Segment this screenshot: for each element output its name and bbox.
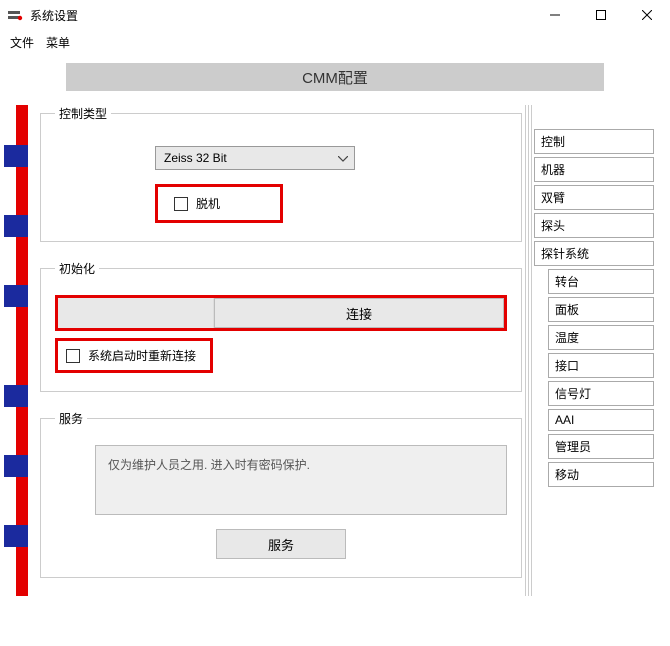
page-stack-border [525,105,526,596]
side-tab-interface[interactable]: 接口 [548,353,654,378]
accent-tab [4,385,28,407]
page-stack-border [531,105,532,596]
service-button-label: 服务 [268,535,294,554]
accent-tab [4,215,28,237]
reconnect-checkbox-row[interactable]: 系统启动时重新连接 [66,347,196,364]
page-stack-border [528,105,529,596]
accent-tab [4,145,28,167]
side-tab-signal[interactable]: 信号灯 [548,381,654,406]
connect-button[interactable]: 连接 [214,298,504,328]
offline-highlight: 脱机 [155,184,283,223]
offline-checkbox[interactable] [174,197,188,211]
maximize-button[interactable] [578,0,624,30]
side-tab-panel[interactable]: 面板 [548,297,654,322]
side-tabs: 控制 机器 双臂 探头 探针系统 转台 面板 温度 接口 信号灯 AAI 管理员… [534,105,654,596]
service-hint: 仅为维护人员之用. 进入时有密码保护. [95,445,507,515]
side-tab-rotary[interactable]: 转台 [548,269,654,294]
section-header: CMM配置 [66,63,604,91]
dropdown-value: Zeiss 32 Bit [164,151,227,165]
panel-area: 控制类型 Zeiss 32 Bit 脱机 初始化 连接 [28,105,534,596]
offline-checkbox-row[interactable]: 脱机 [174,195,220,212]
offline-label: 脱机 [196,195,220,212]
control-type-legend: 控制类型 [55,105,111,122]
app-icon [8,9,24,21]
connect-spacer [58,298,214,328]
service-group: 服务 仅为维护人员之用. 进入时有密码保护. 服务 [40,410,522,578]
side-tab-probe[interactable]: 探头 [534,213,654,238]
menu-file[interactable]: 文件 [10,34,34,51]
accent-tab [4,525,28,547]
window-title: 系统设置 [30,7,532,24]
service-legend: 服务 [55,410,87,427]
side-tab-aai[interactable]: AAI [548,409,654,431]
control-type-group: 控制类型 Zeiss 32 Bit 脱机 [40,105,522,242]
control-type-dropdown[interactable]: Zeiss 32 Bit [155,146,355,170]
menu-menu[interactable]: 菜单 [46,34,70,51]
service-button[interactable]: 服务 [216,529,346,559]
side-tab-admin[interactable]: 管理员 [548,434,654,459]
init-group: 初始化 连接 系统启动时重新连接 [40,260,522,392]
connect-button-label: 连接 [346,304,372,323]
chevron-down-icon [338,151,348,165]
content: CMM配置 控制类型 Zeiss 32 Bit [0,63,670,596]
close-button[interactable] [624,0,670,30]
side-tab-control[interactable]: 控制 [534,129,654,154]
left-accent-bar [16,105,28,596]
main-layout: 控制类型 Zeiss 32 Bit 脱机 初始化 连接 [16,105,654,596]
side-tab-dual-arm[interactable]: 双臂 [534,185,654,210]
titlebar: 系统设置 [0,0,670,30]
side-tab-move[interactable]: 移动 [548,462,654,487]
side-tab-probe-system[interactable]: 探针系统 [534,241,654,266]
minimize-button[interactable] [532,0,578,30]
side-tab-temperature[interactable]: 温度 [548,325,654,350]
reconnect-label: 系统启动时重新连接 [88,347,196,364]
reconnect-checkbox[interactable] [66,349,80,363]
accent-tab [4,455,28,477]
init-legend: 初始化 [55,260,99,277]
connect-highlight: 连接 [55,295,507,331]
section-header-label: CMM配置 [302,67,368,88]
menubar: 文件 菜单 [0,30,670,59]
accent-tab [4,285,28,307]
side-tab-machine[interactable]: 机器 [534,157,654,182]
reconnect-highlight: 系统启动时重新连接 [55,338,213,373]
